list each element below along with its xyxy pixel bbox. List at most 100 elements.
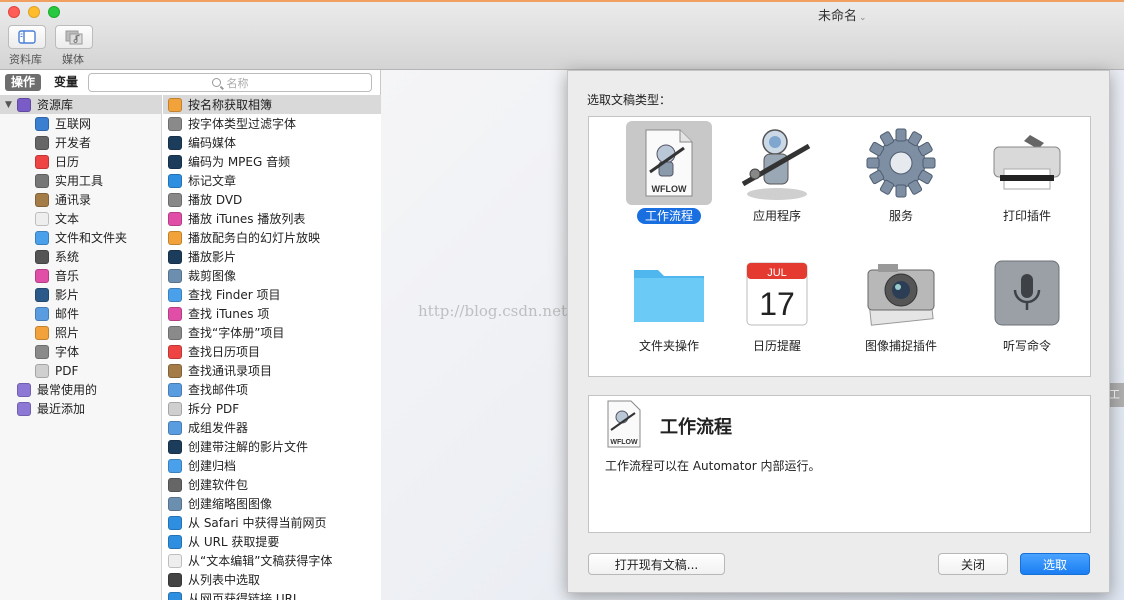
action-item[interactable]: 查找日历项目 — [163, 342, 381, 361]
action-label: 查找 iTunes 项 — [188, 307, 270, 321]
action-item[interactable]: 从列表中选取 — [163, 570, 381, 589]
tools-icon — [168, 477, 182, 492]
action-item[interactable]: 播放 iTunes 播放列表 — [163, 209, 381, 228]
doc-type-calendar-alarm[interactable]: JUL 17 日历提醒 — [717, 251, 837, 371]
library-category-label: 开发者 — [55, 136, 92, 150]
library-category-item[interactable]: 最常使用的 — [0, 380, 161, 399]
finder-icon — [168, 458, 182, 473]
library-category-item[interactable]: 系统 — [0, 247, 161, 266]
pdf-icon — [35, 363, 49, 378]
library-category-item[interactable]: PDF — [0, 361, 161, 380]
sidebar-icon — [18, 30, 36, 44]
description-title: 工作流程 — [660, 417, 732, 438]
action-item[interactable]: 编码为 MPEG 音频 — [163, 152, 381, 171]
library-category-label: 通讯录 — [55, 193, 92, 207]
tab-actions[interactable]: 操作 — [5, 74, 42, 91]
action-item[interactable]: 查找 iTunes 项 — [163, 304, 381, 323]
action-item[interactable]: 查找邮件项 — [163, 380, 381, 399]
library-toggle-button[interactable] — [8, 25, 46, 49]
action-item[interactable]: 成组发件器 — [163, 418, 381, 437]
action-item[interactable]: 查找通讯录项目 — [163, 361, 381, 380]
action-item[interactable]: 从 URL 获取提要 — [163, 532, 381, 551]
close-button[interactable]: 关闭 — [938, 553, 1008, 575]
action-label: 按名称获取相簿 — [188, 98, 273, 112]
doc-type-label: 应用程序 — [752, 209, 801, 223]
description-text: 工作流程可以在 Automator 内部运行。 — [605, 459, 821, 473]
action-item[interactable]: 查找 Finder 项目 — [163, 285, 381, 304]
library-category-item[interactable]: 实用工具 — [0, 171, 161, 190]
action-item[interactable]: 播放 DVD — [163, 190, 381, 209]
action-item[interactable]: 从网页获得链接 URL — [163, 589, 381, 600]
doc-type-application[interactable]: 应用程序 — [717, 121, 837, 241]
library-category-item[interactable]: 日历 — [0, 152, 161, 171]
action-label: 创建软件包 — [188, 478, 249, 492]
search-placeholder: 名称 — [226, 76, 249, 90]
calendar-day: 17 — [759, 286, 795, 322]
music-icon — [35, 268, 49, 283]
action-item[interactable]: 创建缩略图图像 — [163, 494, 381, 513]
doc-type-workflow[interactable]: WFLOW 工作流程 — [609, 121, 729, 241]
canvas-side-tab[interactable]: 工作 — [1109, 383, 1124, 407]
action-item[interactable]: 拆分 PDF — [163, 399, 381, 418]
action-item[interactable]: 创建归档 — [163, 456, 381, 475]
action-item[interactable]: 按名称获取相簿 — [163, 95, 381, 114]
library-category-item[interactable]: 影片 — [0, 285, 161, 304]
action-item[interactable]: 查找“字体册”项目 — [163, 323, 381, 342]
workflow-icon: WFLOW — [626, 121, 712, 205]
calendar-icon: JUL 17 — [734, 251, 820, 335]
finder-icon — [168, 287, 182, 302]
doc-type-folder-action[interactable]: 文件夹操作 — [609, 251, 729, 371]
action-list: 按名称获取相簿按字体类型过滤字体 编码媒体 编码为 MPEG 音频 标记文章播放 DV… — [163, 95, 381, 600]
library-category-item[interactable]: 最近添加 — [0, 399, 161, 418]
library-category-item[interactable]: 通讯录 — [0, 190, 161, 209]
action-item[interactable]: 从“文本编辑”文稿获得字体 — [163, 551, 381, 570]
library-category-item[interactable]: 音乐 — [0, 266, 161, 285]
open-existing-button[interactable]: 打开现有文稿... — [588, 553, 725, 575]
choose-button[interactable]: 选取 — [1020, 553, 1090, 575]
action-item[interactable]: 标记文章 — [163, 171, 381, 190]
window-title[interactable]: 未命名 ⌄ — [818, 5, 867, 24]
automator-icon — [168, 572, 182, 587]
close-window-button[interactable] — [8, 6, 20, 18]
doc-type-dictation-command[interactable]: 听写命令 — [967, 251, 1087, 371]
action-item[interactable]: 编码媒体 — [163, 133, 381, 152]
doc-type-label: 文件夹操作 — [638, 339, 699, 353]
media-button[interactable] — [55, 25, 93, 49]
photos-icon — [168, 97, 182, 112]
action-label: 从 Safari 中获得当前网页 — [188, 516, 327, 530]
finder-icon — [35, 230, 49, 245]
library-category-label: 音乐 — [55, 269, 80, 283]
library-category-item[interactable]: 照片 — [0, 323, 161, 342]
zoom-window-button[interactable] — [48, 6, 60, 18]
action-item[interactable]: 按字体类型过滤字体 — [163, 114, 381, 133]
microphone-icon — [984, 251, 1070, 335]
action-label: 拆分 PDF — [188, 402, 240, 416]
doc-type-print-plugin[interactable]: 打印插件 — [967, 121, 1087, 241]
action-item[interactable]: 播放配务白的幻灯片放映 — [163, 228, 381, 247]
library-category-item[interactable]: 邮件 — [0, 304, 161, 323]
action-label: 从列表中选取 — [188, 573, 261, 587]
action-item[interactable]: 裁剪图像 — [163, 266, 381, 285]
action-item[interactable]: 从 Safari 中获得当前网页 — [163, 513, 381, 532]
font-icon — [35, 344, 49, 359]
library-category-item[interactable]: 字体 — [0, 342, 161, 361]
doc-type-service[interactable]: 服务 — [841, 121, 961, 241]
camera-icon — [858, 251, 944, 335]
library-category-item[interactable]: 文本 — [0, 209, 161, 228]
library-category-item[interactable]: 文件和文件夹 — [0, 228, 161, 247]
disclosure-triangle-icon[interactable]: ▼ — [5, 100, 15, 110]
library-category-item[interactable]: ▼ 资源库 — [0, 95, 161, 114]
library-category-item[interactable]: 互联网 — [0, 114, 161, 133]
search-input[interactable]: 名称 — [88, 73, 372, 92]
action-item[interactable]: 创建带注解的影片文件 — [163, 437, 381, 456]
library-category-label: 影片 — [55, 288, 80, 302]
action-item[interactable]: 播放影片 — [163, 247, 381, 266]
action-label: 播放 DVD — [188, 193, 243, 207]
automator-robot-icon — [734, 121, 820, 205]
library-category-item[interactable]: 开发者 — [0, 133, 161, 152]
doc-type-image-capture-plugin[interactable]: 图像捕捉插件 — [841, 251, 961, 371]
system-icon — [35, 249, 49, 264]
action-item[interactable]: 创建软件包 — [163, 475, 381, 494]
tab-variables[interactable]: 变量 — [48, 74, 84, 91]
minimize-window-button[interactable] — [28, 6, 40, 18]
